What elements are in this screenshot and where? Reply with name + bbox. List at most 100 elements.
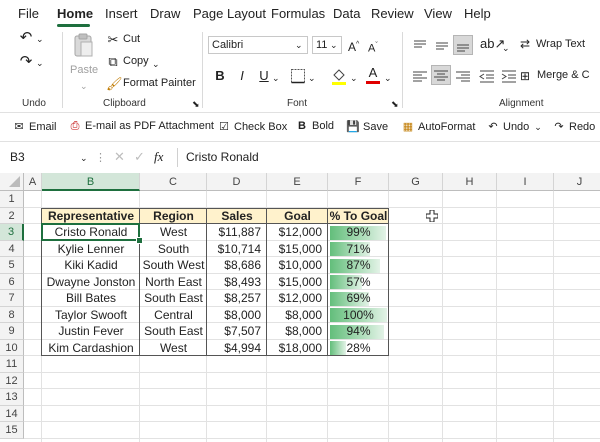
merge-icon[interactable]: ⊞ (520, 68, 530, 84)
name-box-dropdown-icon[interactable]: ⌄ (80, 150, 88, 166)
table-header-cell[interactable]: Goal (267, 207, 328, 224)
menu-file[interactable]: File (18, 6, 39, 21)
align-bottom-button[interactable] (453, 35, 473, 55)
table-cell-pct[interactable]: 71% (328, 241, 389, 258)
qat-redo-button[interactable]: ↷ Redo (552, 120, 595, 133)
table-cell-rep[interactable]: Dwayne Jonston (42, 274, 140, 291)
column-header-G[interactable]: G (389, 173, 443, 191)
column-header-E[interactable]: E (267, 173, 328, 191)
row-header-9[interactable]: 9 (0, 323, 24, 340)
table-cell-rep[interactable]: Kylie Lenner (42, 241, 140, 258)
table-cell-region[interactable]: West (140, 340, 207, 357)
underline-button[interactable]: U (257, 68, 271, 84)
menu-home[interactable]: Home (57, 6, 93, 21)
table-cell-region[interactable]: West (140, 224, 207, 241)
column-header-J[interactable]: J (554, 173, 600, 191)
table-cell-pct[interactable]: 99% (328, 224, 389, 241)
row-header-15[interactable]: 15 (0, 422, 24, 439)
row-header-10[interactable]: 10 (0, 339, 24, 356)
table-cell-rep[interactable]: Bill Bates (42, 290, 140, 307)
font-name-select[interactable]: Calibri ⌄ (208, 36, 308, 54)
table-cell-goal[interactable]: $10,000 (267, 257, 328, 274)
name-box[interactable]: B3 (4, 148, 90, 167)
borders-dropdown-icon[interactable]: ⌄ (308, 70, 316, 86)
menu-page-layout[interactable]: Page Layout (193, 6, 266, 21)
align-right-button[interactable] (453, 66, 473, 86)
table-cell-region[interactable]: North East (140, 274, 207, 291)
table-cell-sales[interactable]: $8,493 (207, 274, 267, 291)
table-cell-region[interactable]: Central (140, 307, 207, 324)
undo-dropdown-icon[interactable]: ⌄ (36, 31, 44, 47)
italic-button[interactable]: I (235, 68, 249, 84)
row-header-6[interactable]: 6 (0, 273, 24, 290)
align-center-button[interactable] (431, 65, 451, 85)
menu-insert[interactable]: Insert (105, 6, 138, 21)
qat-email-button[interactable]: ✉ Email (12, 120, 56, 133)
redo-icon[interactable]: ↷ (18, 54, 34, 70)
table-cell-region[interactable]: South (140, 241, 207, 258)
menu-formulas[interactable]: Formulas (271, 6, 325, 21)
row-header-12[interactable]: 12 (0, 372, 24, 389)
grow-font-icon[interactable]: A^ (348, 37, 359, 55)
column-header-H[interactable]: H (443, 173, 497, 191)
column-header-I[interactable]: I (497, 173, 554, 191)
qat-checkbox-button[interactable]: ☑ Check Box (217, 120, 287, 133)
table-cell-rep[interactable]: Kim Cardashion (42, 340, 140, 357)
copy-icon[interactable]: ⧉ (106, 54, 120, 70)
table-cell-pct[interactable]: 57% (328, 274, 389, 291)
fill-color-icon[interactable] (330, 66, 348, 86)
menu-view[interactable]: View (424, 6, 452, 21)
fill-handle[interactable] (136, 236, 143, 244)
table-cell-goal[interactable]: $15,000 (267, 274, 328, 291)
table-cell-rep[interactable]: Justin Fever (42, 323, 140, 340)
table-cell-sales[interactable]: $4,994 (207, 340, 267, 357)
increase-indent-button[interactable] (499, 66, 519, 86)
table-header-cell[interactable]: % To Goal (328, 207, 389, 224)
enter-icon[interactable]: ✓ (134, 149, 145, 165)
qat-bold-button[interactable]: B Bold (295, 120, 334, 132)
table-cell-goal[interactable]: $15,000 (267, 241, 328, 258)
column-header-F[interactable]: F (328, 173, 389, 191)
bold-button[interactable]: B (213, 68, 227, 84)
menu-data[interactable]: Data (333, 6, 360, 21)
paste-dropdown-icon[interactable]: ⌄ (80, 78, 88, 94)
clipboard-launcher-icon[interactable]: ⬊ (192, 96, 200, 112)
align-left-button[interactable] (410, 66, 430, 86)
orientation-dropdown-icon[interactable]: ⌄ (502, 40, 510, 56)
scissors-icon[interactable]: ✂ (106, 32, 120, 48)
row-header-8[interactable]: 8 (0, 306, 24, 323)
table-cell-rep[interactable]: Kiki Kadid (42, 257, 140, 274)
table-cell-rep[interactable]: Taylor Swooft (42, 307, 140, 324)
select-all-button[interactable] (0, 173, 24, 191)
table-cell-goal[interactable]: $8,000 (267, 323, 328, 340)
redo-dropdown-icon[interactable]: ⌄ (36, 55, 44, 71)
table-cell-pct[interactable]: 94% (328, 323, 389, 340)
row-header-3[interactable]: 3 (0, 224, 24, 241)
qat-save-button[interactable]: 💾 Save (346, 120, 388, 133)
fill-color-dropdown-icon[interactable]: ⌄ (350, 70, 358, 86)
cancel-icon[interactable]: ✕ (114, 149, 125, 165)
format-painter-button[interactable]: Format Painter (123, 77, 196, 89)
undo-icon[interactable]: ↶ (18, 30, 34, 46)
font-size-select[interactable]: 11 ⌄ (312, 36, 342, 54)
row-header-11[interactable]: 11 (0, 356, 24, 373)
shrink-font-icon[interactable]: Aˇ (368, 38, 378, 57)
table-cell-sales[interactable]: $8,000 (207, 307, 267, 324)
row-header-5[interactable]: 5 (0, 257, 24, 274)
table-cell-pct[interactable]: 87% (328, 257, 389, 274)
format-painter-icon[interactable]: 🖌 (106, 76, 123, 92)
table-header-cell[interactable]: Region (140, 207, 207, 224)
formula-input[interactable]: Cristo Ronald (177, 148, 597, 167)
qat-autoformat-button[interactable]: ▦ AutoFormat (401, 120, 476, 133)
table-cell-goal[interactable]: $12,000 (267, 290, 328, 307)
font-launcher-icon[interactable]: ⬊ (391, 96, 399, 112)
table-header-cell[interactable]: Representative (42, 207, 140, 224)
underline-dropdown-icon[interactable]: ⌄ (272, 70, 280, 86)
column-header-C[interactable]: C (140, 173, 207, 191)
table-cell-pct[interactable]: 28% (328, 340, 389, 357)
copy-dropdown-icon[interactable]: ⌄ (152, 56, 160, 72)
insert-function-icon[interactable]: fx (154, 149, 163, 165)
copy-button[interactable]: Copy (123, 55, 149, 67)
table-cell-sales[interactable]: $11,887 (207, 224, 267, 241)
row-header-7[interactable]: 7 (0, 290, 24, 307)
